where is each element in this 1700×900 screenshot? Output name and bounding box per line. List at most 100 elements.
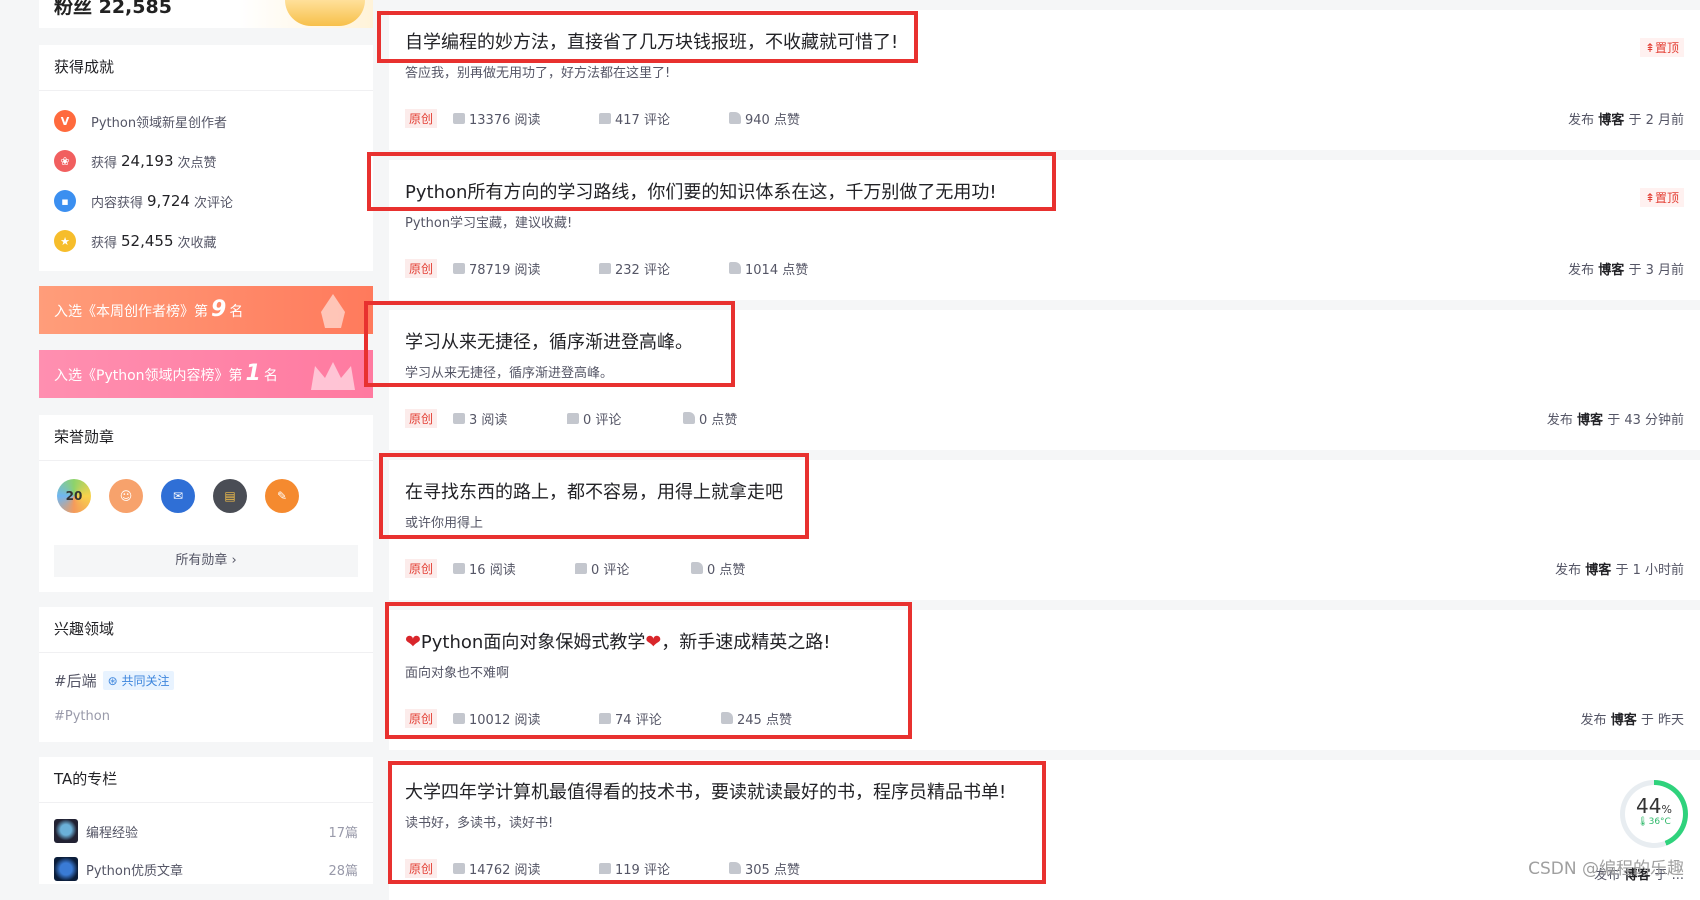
co-follow-badge: ⊛ 共同关注 [102,671,175,690]
publish-time: 发布 博客 于 1 小时前 [1555,559,1684,578]
column-thumbnail [54,819,78,843]
interest-tag-python[interactable]: #Python [54,709,110,724]
original-badge: 原创 [405,408,438,428]
column-count: 28篇 [328,863,358,879]
highlight-box [379,453,809,539]
original-badge: 原创 [405,108,438,128]
publish-prefix: 发布 [1568,113,1595,128]
medal-20-icon[interactable]: 20 [57,479,91,513]
rank-suffix: 名 [263,368,278,384]
like-icon [729,262,742,274]
comment-count-label: 0 评论 [583,412,622,428]
columns-title: TA的专栏 [39,757,373,803]
article-meta: 原创 16 阅读 0 评论 0 点赞 [405,558,745,578]
rank-prefix: 入选《本周创作者榜》第 [54,304,208,320]
publish-prefix: 发布 [1546,413,1573,428]
medal-book-icon[interactable]: ▤ [213,479,247,513]
publish-author: 博客 [1577,413,1604,428]
like-icon [729,112,742,124]
column-item[interactable]: 编程经验 17篇 [54,819,358,843]
comment-count-label: 0 评论 [591,562,630,578]
pinned-label: 置顶 [1654,41,1679,55]
publish-time: 发布 博客 于 3 月前 [1568,259,1684,278]
medal-pen-icon[interactable]: ✎ [265,479,299,513]
read-count: 16 阅读 [453,559,575,578]
publish-suffix: 于 43 分钟前 [1607,413,1684,428]
achievement-item: ❀ 获得 24,193 次点赞 [54,149,217,173]
fans-card: 粉丝 22,585 [39,0,373,28]
interest-tag-label: #后端 [54,672,97,690]
article-meta: 原创 78719 阅读 232 评论 1014 点赞 [405,258,808,278]
comment-count: 0 评论 [575,559,691,578]
column-item[interactable]: Python优质文章 28篇 [54,857,358,881]
publish-author: 博客 [1610,713,1637,728]
gauge-percent-value: 44 [1636,794,1662,818]
gauge-percent: 44% [1625,794,1683,818]
medals-card: 荣誉勋章 20 ☺ ✉ ▤ ✎ 所有勋章 › [39,415,373,592]
rank-suffix: 名 [229,304,244,320]
column-name: 编程经验 [86,825,139,841]
weekly-creator-rank-banner[interactable]: 入选《本周创作者榜》第 9 名 [39,286,373,334]
highlight-box [367,152,1056,211]
gauge-temp-value: 36°C [1648,817,1671,827]
achievement-suffix: 次点赞 [177,155,217,171]
interests-title: 兴趣领域 [39,607,373,653]
column-name: Python优质文章 [86,863,184,879]
rank-number: 1 [245,361,261,386]
publish-suffix: 于 昨天 [1640,713,1684,728]
like-count-label: 0 点赞 [699,412,738,428]
achievement-item: ▪ 内容获得 9,724 次评论 [54,189,233,213]
comment-count: 232 评论 [599,259,729,278]
achievement-prefix: 内容获得 [91,195,144,211]
all-medals-button[interactable]: 所有勋章 › [54,545,358,577]
publish-suffix: 于 1 小时前 [1615,563,1684,578]
read-count-label: 16 阅读 [469,562,516,578]
rank-number: 9 [211,297,227,322]
achievement-prefix: 获得 [91,155,118,171]
article-meta: 原创 3 阅读 0 评论 0 点赞 [405,408,737,428]
article-meta: 原创 13376 阅读 417 评论 940 点赞 [405,108,800,128]
comment-icon [599,262,612,274]
like-badge-icon: ❀ [54,150,76,172]
columns-card: TA的专栏 编程经验 17篇 Python优质文章 28篇 [39,757,373,884]
achievement-value: 24,193 [121,152,174,170]
medal-envelope-icon[interactable]: ✉ [161,479,195,513]
python-content-rank-banner[interactable]: 入选《Python领域内容榜》第 1 名 [39,350,373,398]
v-badge-icon: V [54,110,76,132]
pinned-label: 置顶 [1654,191,1679,205]
comment-count-label: 417 评论 [615,112,670,128]
publish-time: 发布 博客 于 2 月前 [1568,109,1684,128]
article-desc: Python学习宝藏，建议收藏! [405,216,573,231]
publish-time: 发布 博客 于 昨天 [1581,709,1684,728]
column-thumbnail [54,857,78,881]
like-count: 0 点赞 [691,559,745,578]
like-count-label: 940 点赞 [745,112,800,128]
achievement-item: V Python领域新星创作者 [54,109,227,133]
like-count-label: 1014 点赞 [745,262,809,278]
publish-prefix: 发布 [1555,563,1582,578]
like-count: 940 点赞 [729,109,800,128]
publish-time: 发布 博客 于 43 分钟前 [1547,409,1684,428]
read-icon [453,412,466,424]
pin-icon: ⇞ [1644,191,1655,205]
medal-character-icon[interactable]: ☺ [109,479,143,513]
pen-trophy-icon [321,294,345,328]
medals-title: 荣誉勋章 [39,415,373,461]
read-icon [453,562,466,574]
pinned-badge: ⇞置顶 [1639,188,1684,207]
highlight-box [388,761,1046,884]
like-count: 1014 点赞 [729,259,808,278]
read-count: 78719 阅读 [453,259,599,278]
achievement-item: ★ 获得 52,455 次收藏 [54,229,217,253]
read-count: 3 阅读 [453,409,567,428]
achievement-suffix: 次评论 [193,195,233,211]
cpu-usage-gauge[interactable]: 44% 🌡36°C [1620,780,1688,848]
crown-icon [311,362,355,390]
comment-icon [567,412,580,424]
article-desc: 答应我，别再做无用功了，好方法都在这里了! [405,66,671,81]
like-count-label: 0 点赞 [707,562,746,578]
interest-tag-backend[interactable]: #后端 ⊛ 共同关注 [54,670,175,691]
highlight-box [364,301,735,387]
like-count: 0 点赞 [683,409,737,428]
achievement-value: 9,724 [147,192,190,210]
